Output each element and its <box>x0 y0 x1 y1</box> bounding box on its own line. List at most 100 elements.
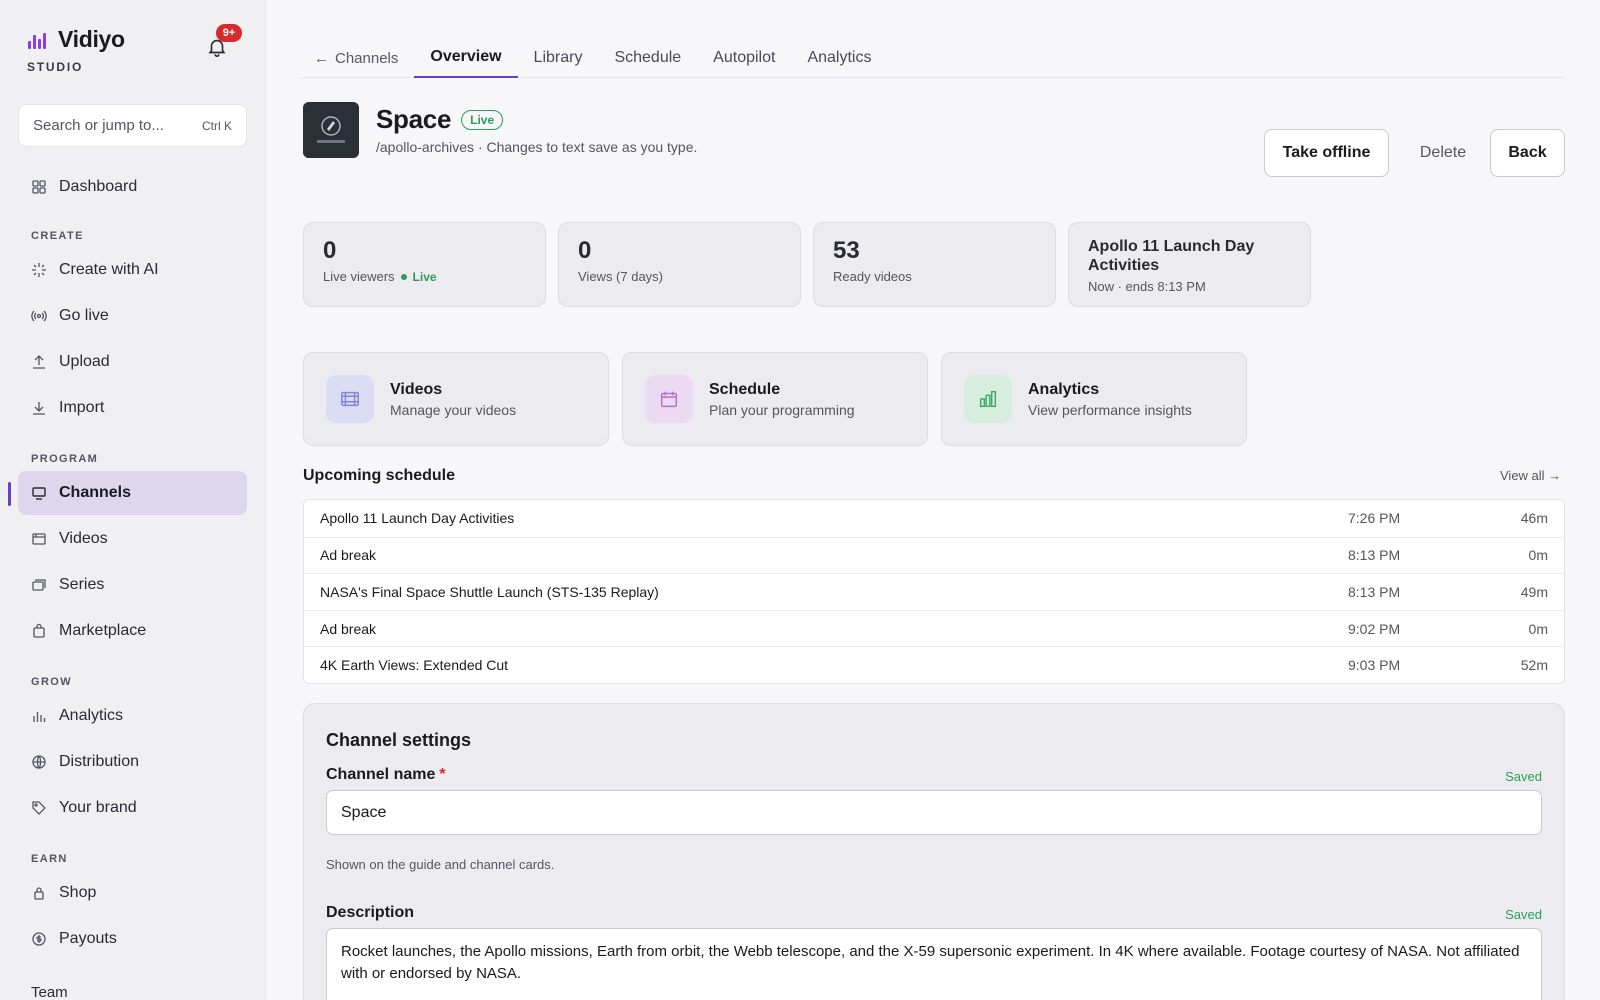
back-button[interactable]: Back <box>1490 129 1565 177</box>
quick-card-subtitle: Manage your videos <box>390 401 517 418</box>
sidebar-item-shop[interactable]: Shop <box>18 871 247 915</box>
bar-chart-icon <box>31 708 47 724</box>
sidebar-item-analytics[interactable]: Analytics <box>18 694 247 738</box>
brand[interactable]: Vidiyo <box>28 26 125 53</box>
sidebar-item-import[interactable]: Import <box>18 386 247 430</box>
channel-name-label: Channel name * <box>326 766 446 784</box>
schedule-time: 7:26 PM <box>1348 510 1401 527</box>
tab-overview[interactable]: Overview <box>414 38 518 78</box>
sidebar: Vidiyo STUDIO 9+ Search or jump to... Ct… <box>0 0 266 1000</box>
schedule-title: Apollo 11 Launch Day Activities <box>320 510 515 527</box>
sidebar-item-label: Dashboard <box>59 178 138 195</box>
sidebar-item-go-live[interactable]: Go live <box>18 294 247 338</box>
sidebar-item-payouts[interactable]: Payouts <box>18 917 247 961</box>
quick-card-subtitle: Plan your programming <box>709 401 855 418</box>
quick-card-videos[interactable]: Videos Manage your videos <box>303 352 609 446</box>
quick-card-title: Analytics <box>1028 380 1100 398</box>
channel-subtitle: /apollo-archives · Changes to text save … <box>376 139 698 155</box>
schedule-table: Apollo 11 Launch Day Activities 7:26 PM … <box>303 499 1565 684</box>
sidebar-item-label: Shop <box>59 884 97 901</box>
stat-value: 0 <box>323 237 337 264</box>
channel-thumbnail[interactable] <box>303 102 359 158</box>
section-earn: EARN <box>31 853 68 865</box>
page-title: Space <box>376 104 452 134</box>
sparkle-icon <box>31 262 47 278</box>
sidebar-item-label: Import <box>59 399 105 416</box>
stat-views: 0 Views (7 days) <box>558 222 801 307</box>
quick-card-analytics[interactable]: Analytics View performance insights <box>941 352 1247 446</box>
brand-name: Vidiyo <box>58 26 125 52</box>
schedule-time: 8:13 PM <box>1348 547 1401 564</box>
brand-subtitle: STUDIO <box>27 60 84 74</box>
stat-ready-videos: 53 Ready videos <box>813 222 1056 307</box>
description-field[interactable]: Rocket launches, the Apollo missions, Ea… <box>326 928 1542 1000</box>
sidebar-item-dashboard[interactable]: Dashboard <box>18 165 247 209</box>
table-row[interactable]: Ad break 9:02 PM 0m <box>304 609 1564 647</box>
table-row[interactable]: Apollo 11 Launch Day Activities 7:26 PM … <box>304 500 1564 537</box>
table-row[interactable]: NASA's Final Space Shuttle Launch (STS-1… <box>304 573 1564 610</box>
sidebar-item-distribution[interactable]: Distribution <box>18 740 247 784</box>
stat-now-playing[interactable]: Apollo 11 Launch Day Activities Now · en… <box>1068 222 1311 307</box>
stat-label: Views (7 days) <box>578 269 664 284</box>
tab-library[interactable]: Library <box>518 38 599 78</box>
sidebar-item-marketplace[interactable]: Marketplace <box>18 609 247 653</box>
calendar-icon <box>645 375 693 423</box>
live-indicator: Live <box>412 269 437 284</box>
stat-value: 0 <box>578 237 592 264</box>
section-program: PROGRAM <box>31 453 99 465</box>
sidebar-item-series[interactable]: Series <box>18 563 247 607</box>
channel-name-field[interactable]: Space <box>326 790 1542 835</box>
sidebar-item-label: Videos <box>59 530 108 547</box>
notification-badge: 9+ <box>216 24 242 42</box>
schedule-duration: 52m <box>1520 657 1548 674</box>
now-playing-title: Apollo 11 Launch Day Activities <box>1088 238 1255 274</box>
search-placeholder: Search or jump to... <box>33 117 164 134</box>
field-label-text: Channel name <box>326 766 436 783</box>
section-create: CREATE <box>31 230 84 242</box>
required-marker: * <box>439 766 446 783</box>
sidebar-item-upload[interactable]: Upload <box>18 340 247 384</box>
view-all-link[interactable]: View all → <box>1500 468 1561 483</box>
film-icon <box>326 375 374 423</box>
status-badge: Live <box>461 109 504 130</box>
search-shortcut: Ctrl K <box>202 118 232 133</box>
sidebar-item-channels[interactable]: Channels <box>18 471 247 515</box>
settings-heading: Channel settings <box>326 730 472 750</box>
sidebar-item-label: Analytics <box>59 707 124 724</box>
search-input[interactable]: Search or jump to... Ctrl K <box>18 104 247 147</box>
schedule-duration: 0m <box>1528 620 1548 637</box>
sidebar-item-create-with-ai[interactable]: Create with AI <box>18 248 247 292</box>
arrow-left-icon: ← <box>314 49 329 67</box>
back-label: Channels <box>335 49 399 67</box>
tab-autopilot[interactable]: Autopilot <box>697 38 791 78</box>
sidebar-item-label: Create with AI <box>59 261 159 278</box>
bag-icon <box>31 623 47 639</box>
schedule-duration: 0m <box>1528 547 1548 564</box>
quick-card-text: Schedule Plan your programming <box>709 381 855 418</box>
tab-analytics[interactable]: Analytics <box>791 38 887 78</box>
active-indicator <box>8 482 11 506</box>
sidebar-item-videos[interactable]: Videos <box>18 517 247 561</box>
sidebar-item-label: Your brand <box>59 799 137 816</box>
sidebar-item-team[interactable]: Team <box>31 984 68 1000</box>
delete-button[interactable]: Delete <box>1398 129 1488 177</box>
description-label: Description <box>326 904 415 921</box>
sidebar-item-label: Distribution <box>59 753 140 770</box>
sidebar-item-label: Payouts <box>59 930 117 947</box>
stat-live-viewers: 0 Live viewers Live <box>303 222 546 307</box>
table-row[interactable]: Ad break 8:13 PM 0m <box>304 536 1564 574</box>
quick-card-schedule[interactable]: Schedule Plan your programming <box>622 352 928 446</box>
schedule-title: NASA's Final Space Shuttle Launch (STS-1… <box>320 583 659 600</box>
schedule-heading: Upcoming schedule <box>303 467 456 484</box>
stat-label-row: Live viewers Live <box>323 269 526 284</box>
tag-icon <box>31 800 47 816</box>
table-row[interactable]: 4K Earth Views: Extended Cut 9:03 PM 52m <box>304 646 1564 683</box>
sidebar-item-your-brand[interactable]: Your brand <box>18 786 247 830</box>
back-to-channels-link[interactable]: ← Channels <box>302 38 414 78</box>
lock-bag-icon <box>31 885 47 901</box>
schedule-time: 8:13 PM <box>1348 583 1401 600</box>
tab-schedule[interactable]: Schedule <box>598 38 697 78</box>
quick-card-subtitle: View performance insights <box>1028 401 1192 418</box>
sidebar-item-label: Series <box>59 576 105 593</box>
take-offline-button[interactable]: Take offline <box>1264 129 1389 177</box>
